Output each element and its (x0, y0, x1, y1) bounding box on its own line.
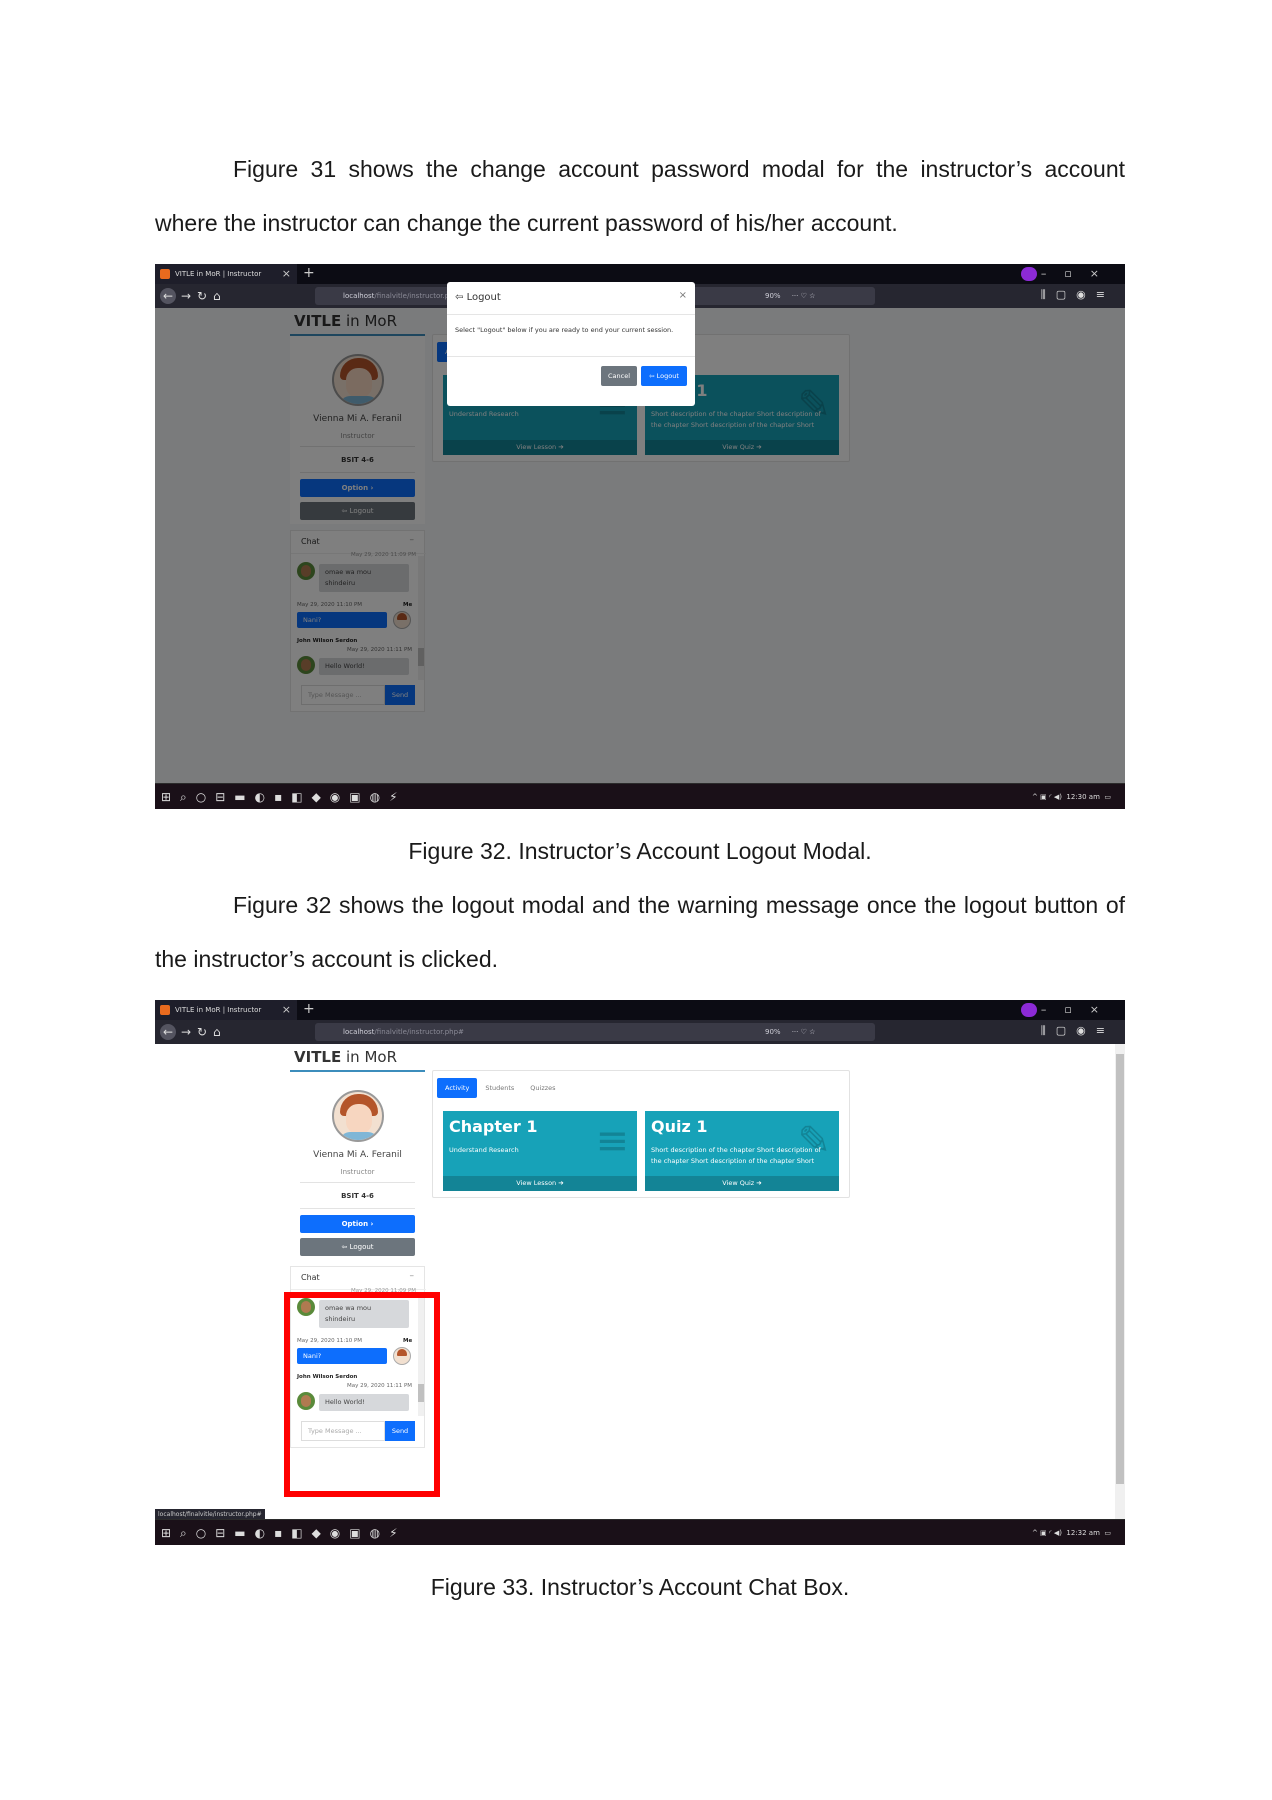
private-mask-icon (1021, 267, 1037, 281)
close-icon[interactable]: × (679, 290, 687, 301)
card-title: Quiz 1 (651, 1117, 708, 1136)
quiz-card: ✎ Quiz 1 Short description of the chapte… (645, 1111, 839, 1191)
tab-title: VITLE in MoR | Instructor (175, 270, 262, 278)
new-tab-icon[interactable]: + (303, 1000, 315, 1018)
browser-tab-bar: VITLE in MoR | Instructor × + –▫× (155, 264, 1125, 284)
url-host: localhost (343, 292, 375, 300)
browser-tab-bar: VITLE in MoR | Instructor × + –▫× (155, 1000, 1125, 1020)
logout-icon: ⇦ (341, 1243, 350, 1251)
system-tray: ^ ▣ ◜ ◀) 12:30 am ▭ (1031, 793, 1111, 801)
favicon-icon (160, 269, 170, 279)
system-tray: ^ ▣ ◜ ◀) 12:32 am ▭ (1031, 1529, 1111, 1537)
content-tabs: ActivityStudentsQuizzes (437, 1075, 564, 1098)
profile-section: BSIT 4-6 (341, 1192, 374, 1200)
windows-taskbar: ⊞⌕○⊟▬◐▪◧◆◉▣◍⚡ ^ ▣ ◜ ◀) 12:30 am ▭ (155, 783, 1125, 809)
new-tab-icon[interactable]: + (303, 264, 315, 282)
chat-minimize-button[interactable]: – (410, 1271, 415, 1281)
windows-taskbar: ⊞⌕○⊟▬◐▪◧◆◉▣◍⚡ ^ ▣ ◜ ◀) 12:32 am ▭ (155, 1519, 1125, 1545)
chat-title: Chat (301, 1273, 320, 1282)
card-description: Understand Research (449, 1146, 519, 1154)
url-path: /finalvitle/instructor.php# (374, 1028, 464, 1036)
zoom-level: 90% ··· ♡ ☆ (765, 1028, 816, 1036)
profile-sidebar: Vienna Mi A. Feranil Instructor BSIT 4-6… (290, 1070, 425, 1260)
profile-name: Vienna Mi A. Feranil (313, 1150, 402, 1160)
app-page: VITLE in MoR Vienna Mi A. Feranil Instru… (155, 1044, 1125, 1519)
tab-quizzes[interactable]: Quizzes (522, 1078, 563, 1098)
url-bar[interactable]: localhost/finalvitle/instructor.php# 90%… (315, 1023, 875, 1041)
chapter-card: ≡ Chapter 1 Understand Research View Les… (443, 1111, 637, 1191)
profile-role: Instructor (340, 1168, 375, 1176)
toolbar-icons[interactable]: ⫼▢◉≡ (1041, 1024, 1115, 1038)
private-mask-icon (1021, 1003, 1037, 1017)
logout-icon: ⇦ (455, 292, 467, 303)
chat-highlight-box (284, 1292, 440, 1497)
home-icon[interactable]: ⌂ (213, 1024, 221, 1040)
figure-32-screenshot: VITLE in MoR | Instructor × + –▫× ← → ↻ … (155, 264, 1125, 809)
cancel-button[interactable]: Cancel (601, 366, 637, 386)
close-tab-icon[interactable]: × (282, 264, 291, 284)
browser-nav-bar: ← → ↻ ⌂ localhost/finalvitle/instructor.… (155, 1020, 1125, 1044)
brand-title: VITLE in MoR (294, 1048, 397, 1066)
confirm-logout-button[interactable]: ⇦ Logout (641, 366, 687, 386)
taskbar-icons[interactable]: ⊞⌕○⊟▬◐▪◧◆◉▣◍⚡ (161, 784, 407, 809)
window-controls[interactable]: –▫× (1041, 264, 1117, 284)
browser-tab[interactable]: VITLE in MoR | Instructor × (155, 264, 297, 284)
option-button[interactable]: Option › (300, 1215, 415, 1233)
logout-modal: ⇦ Logout × Select "Logout" below if you … (447, 282, 695, 406)
figure-33-caption: Figure 33. Instructor’s Account Chat Box… (430, 1574, 850, 1600)
close-tab-icon[interactable]: × (282, 1000, 291, 1020)
reload-icon[interactable]: ↻ (197, 288, 207, 304)
view-quiz-link[interactable]: View Quiz ➔ (645, 1176, 839, 1191)
tab-activity[interactable]: Activity (437, 1078, 478, 1098)
modal-message: Select "Logout" below if you are ready t… (455, 326, 674, 334)
back-icon[interactable]: ← (160, 288, 176, 304)
card-title: Chapter 1 (449, 1117, 538, 1136)
paragraph-fig32-description: Figure 32 shows the logout modal and the… (155, 892, 1125, 972)
toolbar-icons[interactable]: ⫼▢◉≡ (1041, 288, 1115, 302)
url-host: localhost (343, 1028, 375, 1036)
figure-33-screenshot: VITLE in MoR | Instructor × + –▫× ← → ↻ … (155, 1000, 1125, 1545)
taskbar-icons[interactable]: ⊞⌕○⊟▬◐▪◧◆◉▣◍⚡ (161, 1520, 407, 1545)
logout-button[interactable]: ⇦ Logout (300, 1238, 415, 1256)
window-controls[interactable]: –▫× (1041, 1000, 1117, 1020)
forward-icon[interactable]: → (181, 1024, 191, 1040)
card-description: Short description of the chapter Short d… (651, 1146, 821, 1165)
tab-title: VITLE in MoR | Instructor (175, 1006, 262, 1014)
home-icon[interactable]: ⌂ (213, 288, 221, 304)
view-lesson-link[interactable]: View Lesson ➔ (443, 1176, 637, 1191)
favicon-icon (160, 1005, 170, 1015)
figure-32-caption: Figure 32. Instructor’s Account Logout M… (408, 838, 872, 864)
reload-icon[interactable]: ↻ (197, 1024, 207, 1040)
tab-students[interactable]: Students (477, 1078, 522, 1098)
main-panel: ActivityStudentsQuizzes ≡ Chapter 1 Unde… (432, 1070, 850, 1198)
browser-tab[interactable]: VITLE in MoR | Instructor × (155, 1000, 297, 1020)
forward-icon[interactable]: → (181, 288, 191, 304)
avatar (332, 1090, 384, 1142)
zoom-level: 90% ··· ♡ ☆ (765, 292, 816, 300)
back-icon[interactable]: ← (160, 1024, 176, 1040)
logout-icon: ⇦ (649, 372, 657, 380)
modal-title: ⇦ Logout (455, 292, 501, 303)
page-scrollbar[interactable] (1115, 1044, 1125, 1519)
paragraph-fig31-description: Figure 31 shows the change account passw… (155, 156, 1125, 236)
